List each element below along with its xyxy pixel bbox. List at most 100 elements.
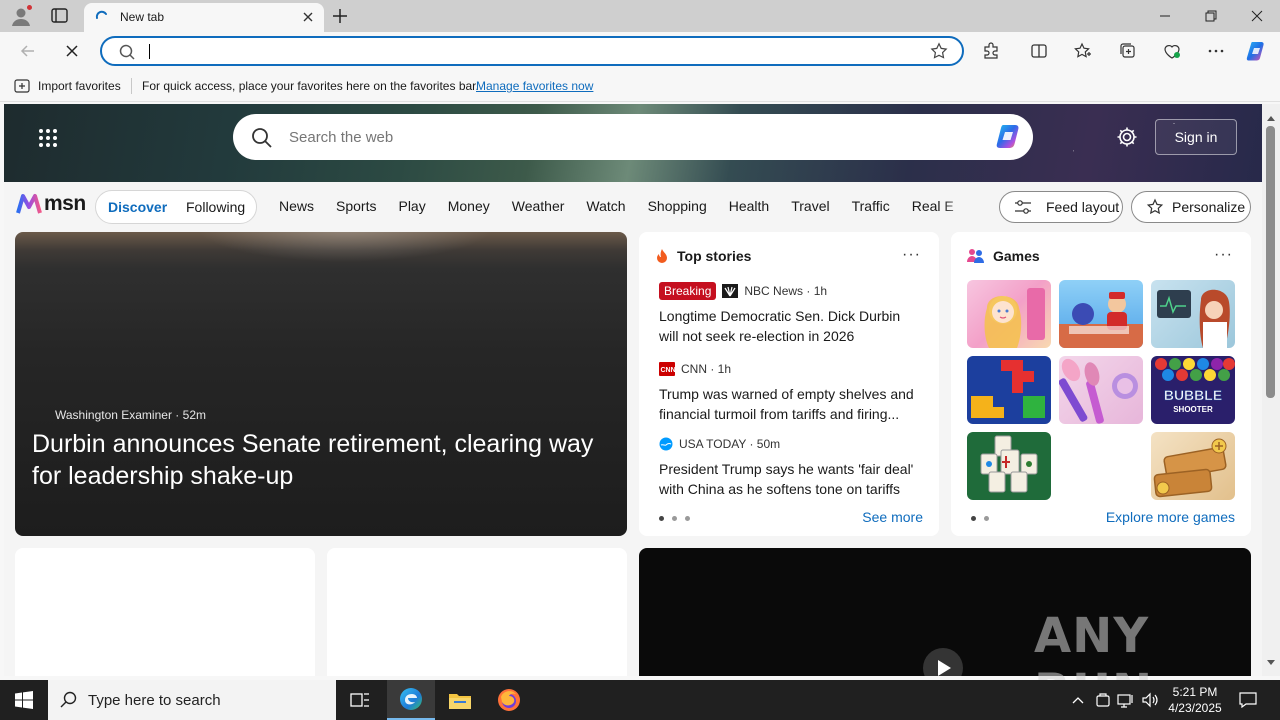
feed-card-placeholder[interactable]	[327, 548, 627, 676]
nav-travel[interactable]: Travel	[791, 198, 829, 214]
security-tray-icon[interactable]	[1094, 680, 1112, 720]
game-tile-mahjong[interactable]	[967, 432, 1051, 500]
search-icon	[60, 691, 78, 712]
personalize-button[interactable]: Personalize	[1131, 191, 1251, 223]
taskbar-search-placeholder: Type here to search	[88, 692, 221, 709]
game-tile-makeup[interactable]	[1059, 356, 1143, 424]
file-explorer-icon[interactable]	[436, 680, 484, 720]
import-favorites-button[interactable]: Import favorites	[14, 78, 121, 94]
split-screen-icon[interactable]	[1027, 39, 1051, 63]
web-search-box[interactable]	[233, 114, 1033, 160]
sign-in-button[interactable]: Sign in	[1155, 119, 1237, 155]
notifications-icon[interactable]	[1236, 680, 1260, 720]
featured-headline[interactable]: Durbin announces Senate retirement, clea…	[32, 428, 612, 492]
nav-shopping[interactable]: Shopping	[648, 198, 707, 214]
game-tile-blocks[interactable]	[967, 356, 1051, 424]
show-hidden-icons-chevron-icon[interactable]	[1068, 680, 1088, 720]
feed-card-placeholder[interactable]	[15, 548, 315, 676]
copilot-icon[interactable]	[993, 122, 1025, 152]
loading-spinner-icon	[94, 9, 110, 25]
more-options-icon[interactable]: ···	[1214, 246, 1233, 264]
story-title[interactable]: President Trump says he wants 'fair deal…	[659, 459, 923, 499]
games-header: Games	[967, 248, 1040, 264]
close-tab-icon[interactable]	[300, 9, 316, 25]
story-source: CNN · 1h	[681, 362, 732, 376]
top-stories-header: Top stories	[655, 248, 751, 264]
edge-taskbar-icon[interactable]	[387, 680, 435, 720]
settings-gear-icon[interactable]	[1116, 126, 1138, 151]
web-search-input[interactable]	[289, 126, 929, 148]
minimize-button[interactable]	[1142, 0, 1188, 32]
see-more-link[interactable]: See more	[862, 509, 923, 525]
more-options-icon[interactable]	[1204, 39, 1228, 63]
nav-news[interactable]: News	[279, 198, 314, 214]
game-tile-hospital[interactable]	[1151, 280, 1235, 348]
featured-age: 52m	[182, 408, 206, 422]
featured-image-highlight	[195, 232, 495, 262]
network-icon[interactable]	[1116, 680, 1136, 720]
story-title[interactable]: Trump was warned of empty shelves and fi…	[659, 384, 923, 424]
story-title[interactable]: Longtime Democratic Sen. Dick Durbin wil…	[659, 306, 923, 346]
game-tile-hotel[interactable]	[1059, 280, 1143, 348]
carousel-dots[interactable]	[659, 516, 690, 521]
close-window-button[interactable]	[1234, 0, 1280, 32]
extensions-icon[interactable]	[979, 39, 1003, 63]
story-source: NBC News · 1h	[744, 284, 828, 298]
nav-traffic[interactable]: Traffic	[852, 198, 890, 214]
nav-sports[interactable]: Sports	[336, 198, 376, 214]
browser-essentials-icon[interactable]	[1160, 39, 1184, 63]
manage-favorites-link[interactable]: Manage favorites now	[476, 79, 593, 93]
scrollbar-thumb[interactable]	[1266, 126, 1275, 398]
msn-logo[interactable]: msn	[16, 192, 86, 216]
hero-background: Sign in	[4, 104, 1262, 182]
explore-more-games-link[interactable]: Explore more games	[1106, 509, 1235, 525]
address-input[interactable]	[150, 42, 910, 60]
start-button[interactable]	[0, 680, 48, 720]
play-button[interactable]	[923, 648, 963, 676]
restore-button[interactable]	[1188, 0, 1234, 32]
copilot-icon[interactable]	[1245, 39, 1269, 63]
scroll-up-arrow-icon[interactable]	[1266, 110, 1276, 125]
game-tile-wood-puzzle[interactable]	[1151, 432, 1235, 500]
feed-layout-button[interactable]: Feed layout	[999, 191, 1123, 223]
breaking-badge: Breaking	[659, 282, 717, 300]
task-view-icon[interactable]	[336, 680, 384, 720]
game-tile-bubble-shooter[interactable]: BUBBLE SHOOTER	[1151, 356, 1235, 424]
collections-icon[interactable]	[1116, 39, 1140, 63]
back-button[interactable]	[16, 39, 40, 63]
search-icon	[118, 43, 136, 64]
tab-new-tab[interactable]: New tab	[84, 3, 324, 32]
apps-grid-icon[interactable]	[38, 128, 58, 148]
scroll-down-arrow-icon[interactable]	[1266, 655, 1276, 670]
favorites-icon[interactable]	[1071, 39, 1095, 63]
tab-actions-icon[interactable]	[50, 7, 70, 25]
system-clock[interactable]: 5:21 PM 4/23/2025	[1162, 684, 1228, 716]
tab-discover[interactable]: Discover	[108, 199, 167, 215]
firefox-icon[interactable]	[485, 680, 533, 720]
stop-loading-button[interactable]	[60, 39, 84, 63]
carousel-dots[interactable]	[971, 516, 989, 521]
more-options-icon[interactable]: ···	[902, 246, 921, 264]
new-tab-button[interactable]	[330, 6, 352, 26]
nav-play[interactable]: Play	[398, 198, 425, 214]
taskbar-search-box[interactable]: Type here to search	[48, 680, 336, 720]
nav-money[interactable]: Money	[448, 198, 490, 214]
game-tile-dress-up[interactable]	[967, 280, 1051, 348]
story-item[interactable]: Breaking NBC News · 1h Longtime Democrat…	[659, 282, 923, 346]
story-meta: Breaking NBC News · 1h	[659, 282, 923, 300]
featured-story-card[interactable]: Washington Examiner · 52m Durbin announc…	[15, 232, 627, 536]
clock-time: 5:21 PM	[1172, 685, 1218, 699]
address-bar[interactable]	[100, 36, 964, 66]
nav-watch[interactable]: Watch	[586, 198, 625, 214]
page-scrollbar[interactable]	[1262, 104, 1280, 676]
nav-health[interactable]: Health	[729, 198, 769, 214]
nav-fade	[942, 190, 972, 224]
nav-weather[interactable]: Weather	[512, 198, 565, 214]
story-item[interactable]: CNN CNN · 1h Trump was warned of empty s…	[659, 360, 923, 424]
favorite-star-icon[interactable]	[930, 42, 948, 63]
volume-icon[interactable]	[1140, 680, 1160, 720]
profile-avatar-icon[interactable]	[10, 4, 33, 27]
category-nav: News Sports Play Money Weather Watch Sho…	[279, 198, 954, 214]
story-item[interactable]: USA TODAY · 50m President Trump says he …	[659, 435, 923, 499]
tab-following[interactable]: Following	[186, 199, 245, 215]
